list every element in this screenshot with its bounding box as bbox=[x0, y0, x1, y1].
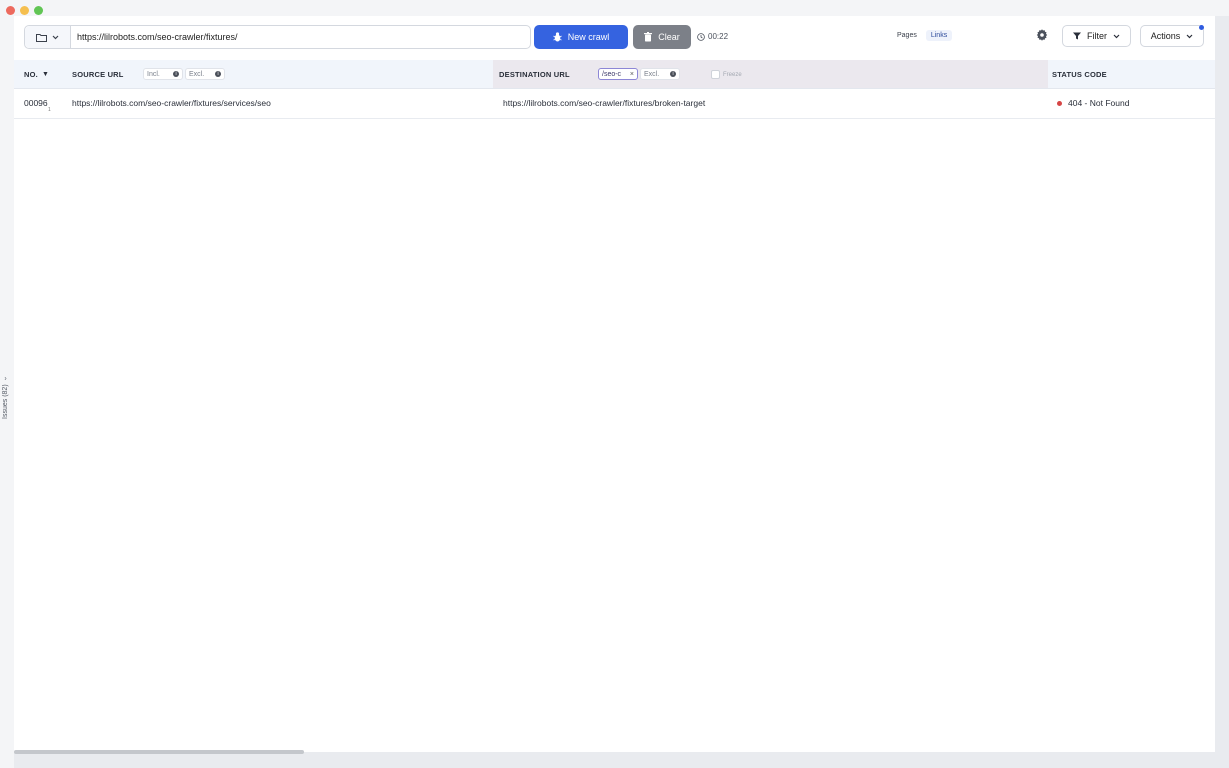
column-header-status-code[interactable]: STATUS CODE bbox=[1052, 60, 1107, 88]
chevron-down-icon bbox=[1186, 34, 1193, 38]
clear-button[interactable]: Clear bbox=[633, 25, 691, 49]
folder-icon bbox=[36, 33, 47, 42]
notification-dot bbox=[1199, 25, 1204, 30]
new-crawl-label: New crawl bbox=[567, 32, 610, 42]
chevron-down-icon bbox=[52, 35, 59, 39]
destination-include-filter[interactable]: /seo-c × bbox=[598, 68, 638, 80]
source-url-cell[interactable]: https://lilrobots.com/seo-crawler/fixtur… bbox=[72, 98, 271, 108]
issues-label: Issues (82) bbox=[2, 384, 9, 419]
issues-sidebar-collapsed: Issues (82) › bbox=[0, 16, 14, 768]
new-crawl-button[interactable]: New crawl bbox=[534, 25, 628, 49]
horizontal-scrollbar[interactable] bbox=[14, 750, 304, 754]
column-label-destination: DESTINATION URL bbox=[499, 69, 570, 79]
crawl-timer: 00:22 bbox=[697, 32, 728, 41]
clock-icon bbox=[697, 32, 705, 41]
url-input[interactable] bbox=[71, 26, 530, 48]
window-titlebar bbox=[0, 0, 1229, 16]
column-label-source: SOURCE URL bbox=[72, 69, 124, 79]
chevron-right-icon: › bbox=[4, 375, 7, 383]
source-include-placeholder: Incl. bbox=[147, 70, 160, 78]
column-header-source-url[interactable]: SOURCE URL bbox=[72, 60, 124, 88]
bug-icon bbox=[552, 32, 562, 42]
table-header: NO. ▼ SOURCE URL Incl. i Excl. i DESTINA… bbox=[14, 60, 1215, 89]
status-code-value: 404 - Not Found bbox=[1068, 98, 1130, 108]
row-number-sub: 1 bbox=[48, 107, 51, 113]
freeze-checkbox[interactable]: Freeze bbox=[711, 70, 742, 79]
clear-label: Clear bbox=[658, 32, 680, 42]
folder-dropdown-button[interactable] bbox=[25, 26, 71, 48]
chevron-down-icon bbox=[1113, 34, 1120, 38]
column-header-destination-url[interactable]: DESTINATION URL bbox=[499, 60, 570, 88]
source-exclude-filter[interactable]: Excl. i bbox=[185, 68, 225, 80]
timer-value: 00:22 bbox=[708, 32, 729, 41]
actions-button[interactable]: Actions bbox=[1140, 25, 1204, 47]
source-exclude-placeholder: Excl. bbox=[189, 70, 205, 78]
tab-links[interactable]: Links bbox=[925, 30, 953, 41]
source-include-filter[interactable]: Incl. i bbox=[143, 68, 183, 80]
column-header-no[interactable]: NO. ▼ bbox=[24, 60, 49, 88]
checkbox-icon bbox=[711, 70, 720, 79]
destination-exclude-filter[interactable]: Excl. i bbox=[640, 68, 680, 80]
main-window: New crawl Clear 00:22 Pages Links bbox=[14, 16, 1215, 754]
close-window-button[interactable] bbox=[6, 6, 15, 15]
gear-icon[interactable] bbox=[1036, 29, 1048, 41]
error-status-icon bbox=[1057, 100, 1062, 106]
info-icon: i bbox=[670, 71, 676, 77]
status-code-cell: 404 - Not Found bbox=[1057, 98, 1129, 108]
table-row[interactable]: 00096 1 https://lilrobots.com/seo-crawle… bbox=[14, 88, 1215, 119]
toolbar: New crawl Clear 00:22 Pages Links bbox=[14, 16, 1215, 60]
funnel-icon bbox=[1073, 32, 1081, 40]
info-icon: i bbox=[173, 71, 179, 77]
clear-filter-icon[interactable]: × bbox=[630, 71, 634, 78]
issues-sidebar-toggle[interactable]: Issues (82) › bbox=[2, 375, 9, 419]
tab-pages[interactable]: Pages bbox=[892, 30, 922, 41]
minimize-window-button[interactable] bbox=[20, 6, 29, 15]
freeze-label: Freeze bbox=[723, 71, 742, 78]
info-icon: i bbox=[215, 71, 221, 77]
url-box bbox=[24, 25, 531, 49]
row-number: 00096 1 bbox=[24, 98, 51, 113]
destination-column-highlight bbox=[493, 60, 1048, 88]
sort-desc-icon: ▼ bbox=[41, 70, 50, 78]
actions-label: Actions bbox=[1150, 31, 1181, 41]
destination-url-cell[interactable]: https://lilrobots.com/seo-crawler/fixtur… bbox=[503, 98, 705, 108]
trash-icon bbox=[644, 32, 653, 42]
destination-include-value: /seo-c bbox=[602, 70, 622, 78]
maximize-window-button[interactable] bbox=[34, 6, 43, 15]
column-label-status: STATUS CODE bbox=[1052, 69, 1107, 79]
view-tabs: Pages Links bbox=[892, 30, 953, 41]
row-number-value: 00096 bbox=[24, 98, 48, 108]
destination-exclude-placeholder: Excl. bbox=[644, 70, 660, 78]
filter-button[interactable]: Filter bbox=[1062, 25, 1131, 47]
filter-label: Filter bbox=[1087, 31, 1107, 41]
column-label-no: NO. bbox=[24, 69, 38, 79]
